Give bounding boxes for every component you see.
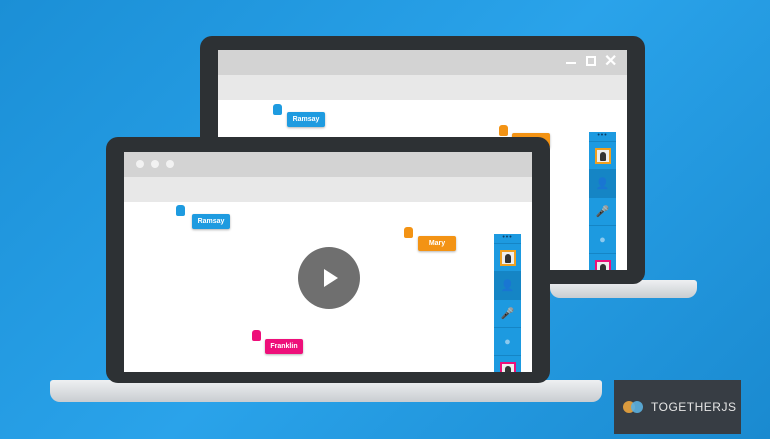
cursor-label: Franklin [265, 339, 303, 354]
microphone-icon[interactable]: 🎤 [589, 197, 616, 225]
window-dot[interactable] [166, 160, 174, 168]
hand-cursor-icon [176, 205, 185, 216]
cursor-label: Ramsay [287, 112, 325, 127]
hand-cursor-icon [252, 330, 261, 341]
avatar[interactable] [494, 355, 521, 372]
play-button[interactable] [298, 247, 360, 309]
add-user-icon[interactable]: 👤 [494, 271, 521, 299]
microphone-icon[interactable]: 🎤 [494, 299, 521, 327]
hand-cursor-icon [404, 227, 413, 238]
back-titlebar: ✕ [218, 50, 627, 75]
window-dot[interactable] [136, 160, 144, 168]
play-icon [324, 269, 338, 287]
hand-cursor-icon [273, 104, 282, 115]
front-laptop-base [50, 380, 602, 402]
front-laptop: Ramsay Mary Franklin ••• 👤 🎤 ● [106, 137, 550, 383]
front-side-panel: ••• 👤 🎤 ● [494, 234, 521, 372]
window-dot[interactable] [151, 160, 159, 168]
avatar[interactable] [589, 141, 616, 169]
hand-cursor-icon [499, 125, 508, 136]
logo-circles-icon [623, 401, 645, 413]
front-window: Ramsay Mary Franklin ••• 👤 🎤 ● [124, 152, 532, 372]
close-icon[interactable]: ✕ [604, 51, 617, 71]
logo-text: TOGETHERJS [651, 400, 737, 414]
togetherjs-logo: TOGETHERJS [614, 380, 741, 434]
chat-icon[interactable]: ● [494, 327, 521, 355]
cursor-label: Ramsay [192, 214, 230, 229]
avatar[interactable] [494, 243, 521, 271]
add-user-icon[interactable]: 👤 [589, 169, 616, 197]
avatar[interactable] [589, 253, 616, 270]
chat-icon[interactable]: ● [589, 225, 616, 253]
maximize-icon[interactable] [586, 56, 596, 66]
back-side-panel: ••• 👤 🎤 ● [589, 132, 616, 270]
front-titlebar [124, 152, 532, 177]
cursor-label: Mary [418, 236, 456, 251]
front-toolbar [124, 177, 532, 202]
back-toolbar [218, 75, 627, 100]
minimize-icon[interactable] [566, 62, 576, 64]
